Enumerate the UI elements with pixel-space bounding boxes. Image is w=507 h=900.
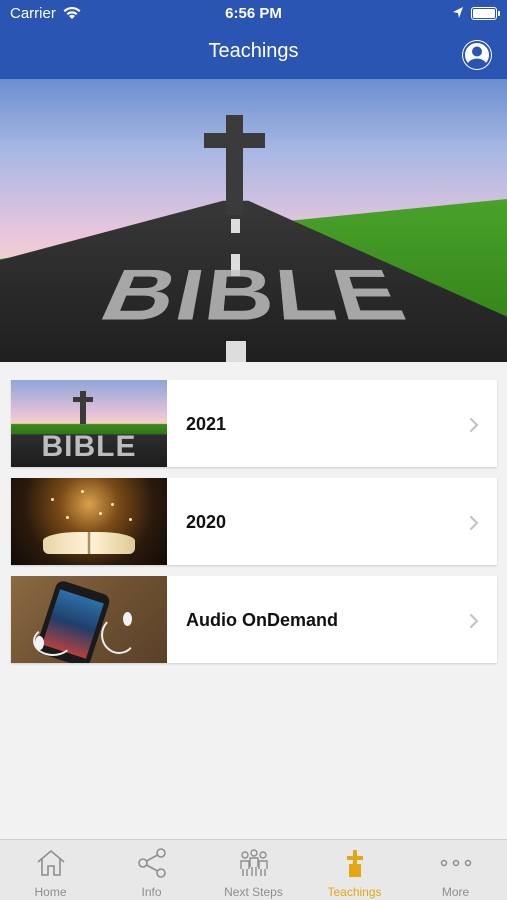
tab-next-steps[interactable]: Next Steps (203, 840, 304, 900)
hero-text: BIBLE (85, 257, 422, 339)
location-arrow-icon (452, 6, 464, 23)
chevron-right-icon (469, 417, 479, 433)
page-title: Teachings (208, 40, 299, 62)
top-bar: Carrier 6:56 PM Teachings (0, 0, 507, 79)
list-item-label: 2020 (186, 512, 227, 532)
tab-label: Next Steps (224, 885, 283, 899)
tab-label: Info (141, 885, 162, 899)
list-item-2021[interactable]: BIBLE 2021 (11, 380, 497, 467)
thumbnail-audio (11, 576, 167, 663)
cross-icon (226, 115, 243, 215)
list-item-label: Audio OnDemand (186, 610, 338, 630)
thumbnail-text: BIBLE (41, 430, 137, 463)
more-icon (440, 859, 472, 867)
tab-label: More (441, 885, 470, 899)
tab-info[interactable]: Info (101, 840, 202, 900)
tab-teachings[interactable]: Teachings (304, 840, 405, 900)
hero-banner: BIBLE (0, 79, 507, 362)
cross-icon (347, 850, 363, 877)
tab-bar: Home Info Next Steps Teachings More (0, 839, 507, 900)
earbud (123, 612, 132, 626)
tab-more[interactable]: More (405, 840, 506, 900)
profile-icon[interactable] (462, 40, 492, 70)
list-item-2020[interactable]: 2020 (11, 478, 497, 565)
people-icon (240, 849, 268, 876)
chevron-right-icon (469, 613, 479, 629)
thumbnail-2020 (11, 478, 167, 565)
status-bar: Carrier 6:56 PM (0, 0, 507, 28)
battery-icon (471, 7, 500, 20)
home-icon (37, 849, 65, 876)
tab-label: Teachings (327, 885, 382, 899)
thumbnail-2021: BIBLE (11, 380, 167, 467)
tab-home[interactable]: Home (0, 840, 101, 900)
list-item-audio-ondemand[interactable]: Audio OnDemand (11, 576, 497, 663)
list-item-label: 2021 (186, 414, 227, 434)
share-icon (138, 848, 166, 878)
tab-label: Home (34, 885, 67, 899)
earbud (35, 636, 44, 650)
chevron-right-icon (469, 515, 479, 531)
clock: 6:56 PM (225, 5, 282, 22)
open-book (43, 532, 135, 554)
